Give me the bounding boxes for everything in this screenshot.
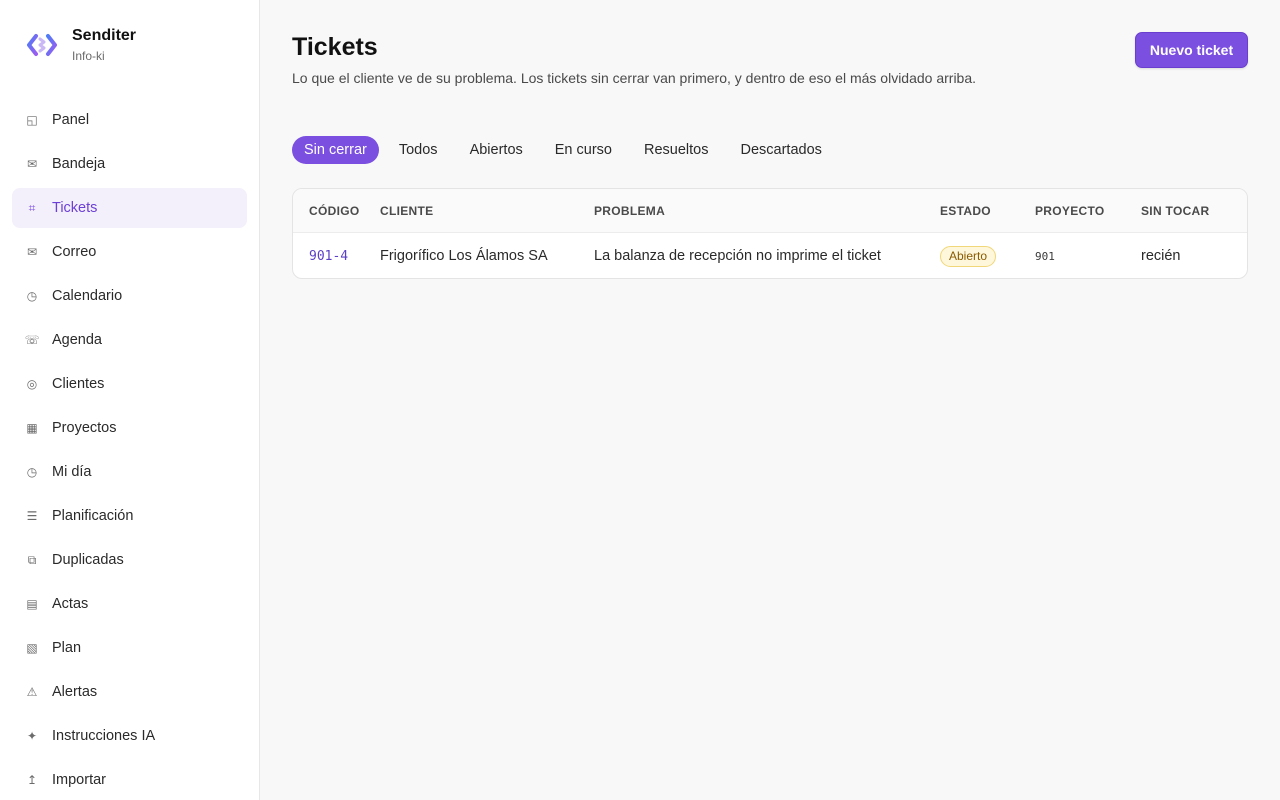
sidebar-item-label: Instrucciones IA (52, 728, 156, 744)
sidebar-item-label: Duplicadas (52, 552, 124, 568)
sidebar-item-plan[interactable]: ▧ Plan (12, 628, 247, 668)
sidebar-item-calendario[interactable]: ◷ Calendario (12, 276, 247, 316)
status-badge: Abierto (940, 245, 997, 267)
sidebar-item-panel[interactable]: ◱ Panel (12, 100, 247, 140)
ticket-problem: La balanza de recepción no imprime el ti… (594, 248, 881, 264)
page-title: Tickets (292, 33, 378, 61)
column-header-problem[interactable]: PROBLEMA (594, 204, 940, 218)
grid-icon: ▦ (26, 421, 38, 435)
sidebar-item-label: Importar (52, 772, 106, 788)
tab-resueltos[interactable]: Resueltos (632, 136, 720, 164)
sidebar-item-mi-día[interactable]: ◷ Mi día (12, 452, 247, 492)
sidebar-item-label: Tickets (52, 200, 98, 216)
status-filter-tabs: Sin cerrar Todos Abiertos En curso Resueltos… (292, 136, 842, 164)
sparkle-icon: ✦ (26, 729, 38, 743)
tab-descartados[interactable]: Descartados (728, 136, 833, 164)
sidebar-item-label: Alertas (52, 684, 98, 700)
tickets-table: CÓDIGO CLIENTE PROBLEMA ESTADO PROYECTO … (292, 188, 1248, 279)
sidebar-item-duplicadas[interactable]: ⧉ Duplicadas (12, 540, 247, 580)
sidebar-item-proyectos[interactable]: ▦ Proyectos (12, 408, 247, 448)
tab-todos[interactable]: Todos (387, 136, 450, 164)
sidebar-item-label: Bandeja (52, 156, 106, 172)
column-header-status[interactable]: ESTADO (940, 204, 1035, 218)
sidebar-item-tickets[interactable]: ⌗ Tickets (12, 188, 247, 228)
sidebar-item-actas[interactable]: ▤ Actas (12, 584, 247, 624)
column-header-code[interactable]: CÓDIGO (293, 204, 380, 218)
sidebar-item-correo[interactable]: ✉ Correo (12, 232, 247, 272)
alert-icon: ⚠ (26, 685, 38, 699)
sidebar-item-label: Agenda (52, 332, 102, 348)
tab-en-curso[interactable]: En curso (543, 136, 624, 164)
sidebar-item-label: Clientes (52, 376, 105, 392)
brand-name: Senditer (72, 27, 137, 44)
sidebar-item-label: Proyectos (52, 420, 117, 436)
column-header-untouched[interactable]: SIN TOCAR (1141, 204, 1247, 218)
list-icon: ☰ (26, 509, 38, 523)
brand[interactable]: Senditer Info-ki (24, 26, 136, 64)
ticket-client: Frigorífico Los Álamos SA (380, 248, 548, 264)
tab-abiertos[interactable]: Abiertos (458, 136, 535, 164)
sidebar-item-alertas[interactable]: ⚠ Alertas (12, 672, 247, 712)
ticket-untouched: recién (1141, 248, 1181, 264)
sidebar-item-label: Calendario (52, 288, 123, 304)
senditer-logo-icon (24, 27, 60, 63)
import-icon: ↥ (26, 773, 38, 787)
sidebar-item-planificación[interactable]: ☰ Planificación (12, 496, 247, 536)
sidebar-item-label: Correo (52, 244, 97, 260)
sidebar-item-label: Mi día (52, 464, 92, 480)
clock-icon: ◷ (26, 289, 38, 303)
table-row[interactable]: 901-4 Frigorífico Los Álamos SA La balan… (293, 233, 1247, 278)
sidebar-nav: ◱ Panel ✉ Bandeja ⌗ Tickets ✉ Correo ◷ Calendario… (12, 100, 247, 800)
sidebar-item-label: Plan (52, 640, 82, 656)
sidebar-item-label: Panel (52, 112, 90, 128)
ticket-project: 901 (1035, 250, 1055, 263)
duplicate-icon: ⧉ (27, 552, 37, 567)
page-description: Lo que el cliente ve de su problema. Los… (292, 70, 977, 86)
ticket-code-link[interactable]: 901-4 (309, 249, 348, 264)
column-header-project[interactable]: PROYECTO (1035, 204, 1141, 218)
sidebar: Senditer Info-ki ◱ Panel ✉ Bandeja ⌗ Tickets ✉… (0, 0, 260, 800)
sidebar-item-label: Planificación (52, 508, 134, 524)
ticket-icon: ⌗ (28, 200, 36, 215)
panel-icon: ◱ (26, 113, 38, 127)
main-content: Tickets Lo que el cliente ve de su probl… (260, 0, 1280, 800)
clock-icon: ◷ (26, 465, 38, 479)
inbox-icon: ✉ (26, 157, 38, 171)
target-icon: ◎ (26, 377, 38, 391)
new-ticket-button[interactable]: Nuevo ticket (1135, 32, 1248, 68)
plan-icon: ▧ (26, 641, 38, 655)
brand-subtitle: Info-ki (72, 49, 105, 63)
tab-sin-cerrar[interactable]: Sin cerrar (292, 136, 379, 164)
document-icon: ▤ (26, 597, 38, 611)
sidebar-item-importar[interactable]: ↥ Importar (12, 760, 247, 800)
phone-icon: ☏ (24, 333, 40, 347)
table-header: CÓDIGO CLIENTE PROBLEMA ESTADO PROYECTO … (293, 189, 1247, 233)
sidebar-item-bandeja[interactable]: ✉ Bandeja (12, 144, 247, 184)
sidebar-item-agenda[interactable]: ☏ Agenda (12, 320, 247, 360)
sidebar-item-label: Actas (52, 596, 89, 612)
sidebar-item-instrucciones-ia[interactable]: ✦ Instrucciones IA (12, 716, 247, 756)
sidebar-item-clientes[interactable]: ◎ Clientes (12, 364, 247, 404)
mail-icon: ✉ (26, 245, 38, 259)
column-header-client[interactable]: CLIENTE (380, 204, 594, 218)
